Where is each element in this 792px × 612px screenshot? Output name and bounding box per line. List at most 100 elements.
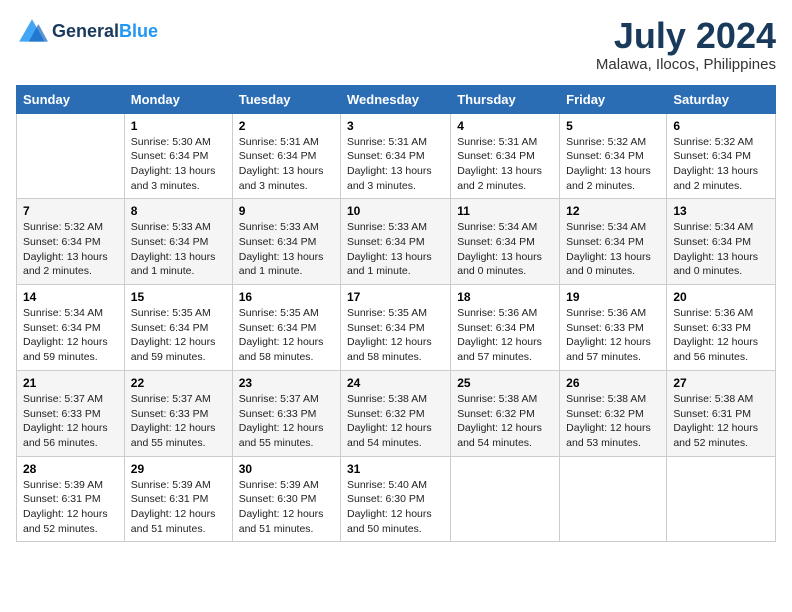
day-number: 13 bbox=[673, 204, 769, 218]
week-row-3: 14 Sunrise: 5:34 AMSunset: 6:34 PMDayligh… bbox=[17, 285, 776, 371]
day-number: 8 bbox=[131, 204, 226, 218]
day-cell: 19 Sunrise: 5:36 AMSunset: 6:33 PMDayligh… bbox=[560, 285, 667, 371]
day-number: 19 bbox=[566, 290, 660, 304]
col-header-wednesday: Wednesday bbox=[341, 85, 451, 113]
day-cell: 21 Sunrise: 5:37 AMSunset: 6:33 PMDayligh… bbox=[17, 370, 125, 456]
day-cell: 31 Sunrise: 5:40 AMSunset: 6:30 PMDayligh… bbox=[341, 456, 451, 542]
day-number: 28 bbox=[23, 462, 118, 476]
day-info: Sunrise: 5:33 AMSunset: 6:34 PMDaylight:… bbox=[347, 220, 444, 279]
day-cell: 2Sunrise: 5:31 AMSunset: 6:34 PMDaylight… bbox=[232, 113, 340, 199]
day-cell: 8 Sunrise: 5:33 AMSunset: 6:34 PMDaylight… bbox=[124, 199, 232, 285]
day-info: Sunrise: 5:37 AMSunset: 6:33 PMDaylight:… bbox=[239, 392, 334, 451]
day-info: Sunrise: 5:36 AMSunset: 6:34 PMDaylight:… bbox=[457, 306, 553, 365]
day-info: Sunrise: 5:32 AMSunset: 6:34 PMDaylight:… bbox=[566, 135, 660, 194]
day-cell: 22 Sunrise: 5:37 AMSunset: 6:33 PMDayligh… bbox=[124, 370, 232, 456]
calendar-body: 1 Sunrise: 5:30 AMSunset: 6:34 PMDaylight… bbox=[17, 113, 776, 542]
week-row-5: 28 Sunrise: 5:39 AMSunset: 6:31 PMDayligh… bbox=[17, 456, 776, 542]
day-info: Sunrise: 5:34 AMSunset: 6:34 PMDaylight:… bbox=[457, 220, 553, 279]
day-cell: 16 Sunrise: 5:35 AMSunset: 6:34 PMDayligh… bbox=[232, 285, 340, 371]
title-block: July 2024 Malawa, Ilocos, Philippines bbox=[596, 16, 776, 73]
day-cell: 3 Sunrise: 5:31 AMSunset: 6:34 PMDaylight… bbox=[341, 113, 451, 199]
week-row-4: 21 Sunrise: 5:37 AMSunset: 6:33 PMDayligh… bbox=[17, 370, 776, 456]
day-cell bbox=[667, 456, 776, 542]
header-row: SundayMondayTuesdayWednesdayThursdayFrid… bbox=[17, 85, 776, 113]
day-info: Sunrise: 5:35 AMSunset: 6:34 PMDaylight:… bbox=[131, 306, 226, 365]
day-number: 20 bbox=[673, 290, 769, 304]
day-number: 7 bbox=[23, 204, 118, 218]
day-info: Sunrise: 5:38 AMSunset: 6:32 PMDaylight:… bbox=[566, 392, 660, 451]
day-cell: 18 Sunrise: 5:36 AMSunset: 6:34 PMDayligh… bbox=[451, 285, 560, 371]
day-number: 15 bbox=[131, 290, 226, 304]
day-info: Sunrise: 5:40 AMSunset: 6:30 PMDaylight:… bbox=[347, 478, 444, 537]
day-cell: 6Sunrise: 5:32 AMSunset: 6:34 PMDaylight… bbox=[667, 113, 776, 199]
logo-icon bbox=[16, 16, 48, 48]
day-number: 18 bbox=[457, 290, 553, 304]
day-info: Sunrise: 5:37 AMSunset: 6:33 PMDaylight:… bbox=[131, 392, 226, 451]
day-cell: 12Sunrise: 5:34 AMSunset: 6:34 PMDayligh… bbox=[560, 199, 667, 285]
day-cell: 23 Sunrise: 5:37 AMSunset: 6:33 PMDayligh… bbox=[232, 370, 340, 456]
day-info: Sunrise: 5:38 AMSunset: 6:31 PMDaylight:… bbox=[673, 392, 769, 451]
day-number: 31 bbox=[347, 462, 444, 476]
day-info: Sunrise: 5:39 AMSunset: 6:31 PMDaylight:… bbox=[131, 478, 226, 537]
day-number: 21 bbox=[23, 376, 118, 390]
day-info: Sunrise: 5:36 AMSunset: 6:33 PMDaylight:… bbox=[566, 306, 660, 365]
day-info: Sunrise: 5:34 AMSunset: 6:34 PMDaylight:… bbox=[566, 220, 660, 279]
logo: GeneralBlue bbox=[16, 16, 158, 48]
day-cell: 27 Sunrise: 5:38 AMSunset: 6:31 PMDayligh… bbox=[667, 370, 776, 456]
day-info: Sunrise: 5:38 AMSunset: 6:32 PMDaylight:… bbox=[457, 392, 553, 451]
day-number: 23 bbox=[239, 376, 334, 390]
day-number: 22 bbox=[131, 376, 226, 390]
day-number: 9 bbox=[239, 204, 334, 218]
day-number: 3 bbox=[347, 119, 444, 133]
day-number: 1 bbox=[131, 119, 226, 133]
day-number: 29 bbox=[131, 462, 226, 476]
col-header-monday: Monday bbox=[124, 85, 232, 113]
day-info: Sunrise: 5:33 AMSunset: 6:34 PMDaylight:… bbox=[131, 220, 226, 279]
day-number: 11 bbox=[457, 204, 553, 218]
day-cell bbox=[17, 113, 125, 199]
day-number: 16 bbox=[239, 290, 334, 304]
logo-blue: Blue bbox=[119, 21, 158, 41]
day-info: Sunrise: 5:34 AMSunset: 6:34 PMDaylight:… bbox=[673, 220, 769, 279]
day-info: Sunrise: 5:32 AMSunset: 6:34 PMDaylight:… bbox=[23, 220, 118, 279]
day-number: 5 bbox=[566, 119, 660, 133]
week-row-1: 1 Sunrise: 5:30 AMSunset: 6:34 PMDaylight… bbox=[17, 113, 776, 199]
day-info: Sunrise: 5:35 AMSunset: 6:34 PMDaylight:… bbox=[347, 306, 444, 365]
day-info: Sunrise: 5:34 AMSunset: 6:34 PMDaylight:… bbox=[23, 306, 118, 365]
day-info: Sunrise: 5:33 AMSunset: 6:34 PMDaylight:… bbox=[239, 220, 334, 279]
day-number: 2 bbox=[239, 119, 334, 133]
week-row-2: 7 Sunrise: 5:32 AMSunset: 6:34 PMDaylight… bbox=[17, 199, 776, 285]
day-number: 14 bbox=[23, 290, 118, 304]
day-cell: 28 Sunrise: 5:39 AMSunset: 6:31 PMDayligh… bbox=[17, 456, 125, 542]
day-cell: 29 Sunrise: 5:39 AMSunset: 6:31 PMDayligh… bbox=[124, 456, 232, 542]
day-number: 27 bbox=[673, 376, 769, 390]
calendar-location: Malawa, Ilocos, Philippines bbox=[596, 56, 776, 73]
day-number: 10 bbox=[347, 204, 444, 218]
day-info: Sunrise: 5:35 AMSunset: 6:34 PMDaylight:… bbox=[239, 306, 334, 365]
day-cell: 15 Sunrise: 5:35 AMSunset: 6:34 PMDayligh… bbox=[124, 285, 232, 371]
day-cell: 24Sunrise: 5:38 AMSunset: 6:32 PMDayligh… bbox=[341, 370, 451, 456]
calendar-title: July 2024 bbox=[596, 16, 776, 56]
day-info: Sunrise: 5:30 AMSunset: 6:34 PMDaylight:… bbox=[131, 135, 226, 194]
day-info: Sunrise: 5:39 AMSunset: 6:31 PMDaylight:… bbox=[23, 478, 118, 537]
day-cell: 26 Sunrise: 5:38 AMSunset: 6:32 PMDayligh… bbox=[560, 370, 667, 456]
day-cell: 9 Sunrise: 5:33 AMSunset: 6:34 PMDaylight… bbox=[232, 199, 340, 285]
col-header-thursday: Thursday bbox=[451, 85, 560, 113]
day-cell: 10 Sunrise: 5:33 AMSunset: 6:34 PMDayligh… bbox=[341, 199, 451, 285]
day-cell: 4Sunrise: 5:31 AMSunset: 6:34 PMDaylight… bbox=[451, 113, 560, 199]
day-info: Sunrise: 5:31 AMSunset: 6:34 PMDaylight:… bbox=[457, 135, 553, 194]
day-cell: 13 Sunrise: 5:34 AMSunset: 6:34 PMDayligh… bbox=[667, 199, 776, 285]
logo-text-line1: GeneralBlue bbox=[52, 22, 158, 42]
day-cell bbox=[560, 456, 667, 542]
day-cell: 30Sunrise: 5:39 AMSunset: 6:30 PMDayligh… bbox=[232, 456, 340, 542]
day-cell: 7 Sunrise: 5:32 AMSunset: 6:34 PMDaylight… bbox=[17, 199, 125, 285]
calendar-table: SundayMondayTuesdayWednesdayThursdayFrid… bbox=[16, 85, 776, 543]
col-header-friday: Friday bbox=[560, 85, 667, 113]
day-info: Sunrise: 5:36 AMSunset: 6:33 PMDaylight:… bbox=[673, 306, 769, 365]
day-number: 26 bbox=[566, 376, 660, 390]
col-header-saturday: Saturday bbox=[667, 85, 776, 113]
day-info: Sunrise: 5:37 AMSunset: 6:33 PMDaylight:… bbox=[23, 392, 118, 451]
day-info: Sunrise: 5:38 AMSunset: 6:32 PMDaylight:… bbox=[347, 392, 444, 451]
day-info: Sunrise: 5:31 AMSunset: 6:34 PMDaylight:… bbox=[347, 135, 444, 194]
day-cell: 17Sunrise: 5:35 AMSunset: 6:34 PMDayligh… bbox=[341, 285, 451, 371]
